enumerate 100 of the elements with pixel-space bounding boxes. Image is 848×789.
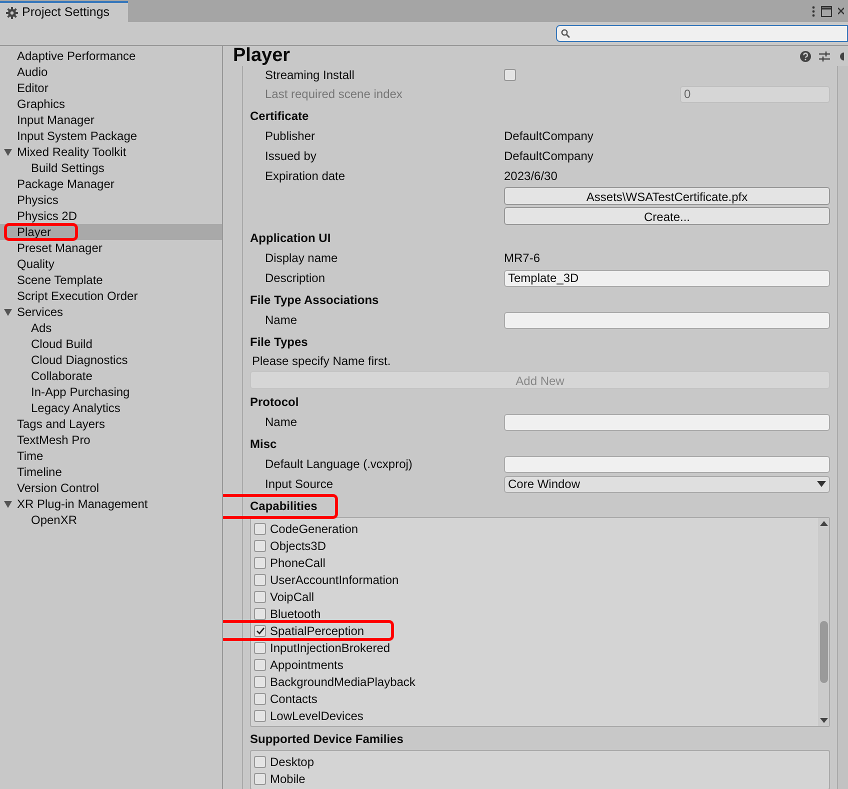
input-field[interactable]: Template_3D [504, 270, 830, 286]
sidebar-item[interactable]: Adaptive Performance [17, 47, 136, 65]
sidebar-item[interactable]: Input System Package [17, 127, 138, 145]
checkbox[interactable] [254, 590, 266, 602]
checkbox[interactable] [504, 69, 516, 81]
checkbox[interactable] [254, 540, 266, 552]
checkbox-label[interactable]: LowLevelDevices [270, 706, 364, 724]
field-label: Input Source [265, 476, 334, 493]
checkbox[interactable] [254, 676, 266, 688]
field-label: Expiration date [265, 168, 346, 185]
checkbox-label[interactable]: Desktop [270, 752, 314, 770]
sidebar-item[interactable]: Collaborate [31, 367, 92, 385]
file-button[interactable]: Assets\WSATestCertificate.pfx [504, 187, 830, 205]
sidebar-item[interactable]: Physics [17, 191, 58, 209]
field-value: DefaultCompany [504, 148, 594, 165]
section-header: Protocol [250, 394, 299, 411]
field-label: Display name [265, 250, 338, 267]
close-icon[interactable] [838, 6, 844, 16]
section-header: File Type Associations [250, 292, 379, 309]
sidebar-item[interactable]: Build Settings [31, 159, 104, 177]
list-scrollbar[interactable] [818, 518, 829, 726]
checkbox-label[interactable]: SpatialPerception [270, 622, 364, 640]
sidebar-item[interactable]: Scene Template [17, 271, 103, 289]
input-field[interactable] [504, 456, 830, 472]
checkbox-label[interactable]: CodeGeneration [270, 520, 358, 538]
checkbox-label[interactable]: VoipCall [270, 588, 314, 606]
field-label: Name [265, 312, 298, 329]
checkbox[interactable] [254, 556, 266, 568]
checkbox-label[interactable]: Objects3D [270, 536, 326, 554]
checkbox-label[interactable]: Appointments [270, 656, 344, 674]
expand-arrow-icon[interactable] [4, 148, 12, 156]
search-field[interactable] [556, 25, 848, 42]
checkbox-label[interactable]: BackgroundMediaPlayback [270, 672, 416, 690]
checkbox[interactable] [254, 642, 266, 654]
sidebar-item[interactable]: Mixed Reality Toolkit [17, 143, 126, 161]
checkbox[interactable] [254, 522, 266, 534]
sidebar-item[interactable]: Audio [17, 63, 48, 81]
checkbox-label[interactable]: InputInjectionBrokered [270, 638, 390, 656]
field-label: Issued by [265, 148, 316, 165]
sidebar-item[interactable]: Editor [17, 79, 48, 97]
sidebar-item[interactable]: Script Execution Order [17, 287, 138, 305]
field-label: Default Language (.vcxproj) [265, 456, 412, 473]
field-value: DefaultCompany [504, 128, 594, 145]
field-label: Description [265, 270, 326, 287]
sidebar-item[interactable]: Cloud Diagnostics [31, 351, 128, 369]
section-header: Application UI [250, 230, 331, 247]
sidebar-item[interactable]: Physics 2D [17, 207, 78, 225]
field-value: MR7-6 [504, 250, 542, 267]
sidebar-item[interactable]: In-App Purchasing [31, 383, 130, 401]
sidebar-item[interactable]: Services [17, 303, 64, 321]
input-field[interactable] [504, 414, 830, 430]
sidebar-item[interactable]: Tags and Layers [17, 415, 106, 433]
sidebar-item[interactable]: Player [17, 223, 52, 241]
scroll-thumb[interactable] [820, 621, 828, 683]
field-label: Streaming Install [265, 67, 354, 84]
sidebar-item[interactable]: Graphics [17, 95, 66, 113]
sliders-icon[interactable] [819, 50, 830, 62]
checkbox[interactable] [254, 574, 266, 586]
input-field: 0 [680, 86, 830, 102]
sidebar-item[interactable]: Preset Manager [17, 239, 102, 257]
checkbox[interactable] [254, 658, 266, 670]
expand-arrow-icon[interactable] [4, 500, 12, 508]
scroll-up-icon[interactable] [820, 521, 828, 526]
sidebar-item[interactable]: TextMesh Pro [17, 431, 90, 449]
checkbox-label[interactable]: Mobile [270, 770, 306, 788]
checkbox[interactable] [254, 756, 266, 768]
help-icon[interactable] [800, 50, 811, 62]
checkbox[interactable] [254, 772, 266, 784]
checkbox-label[interactable]: PhoneCall [270, 554, 326, 572]
field-label: Publisher [265, 128, 316, 145]
sidebar-item[interactable]: Timeline [17, 463, 62, 481]
scrollbar[interactable] [838, 66, 848, 789]
checkbox-label[interactable]: UserAccountInformation [270, 570, 399, 588]
sidebar-item[interactable]: Version Control [17, 479, 100, 497]
sidebar-item[interactable]: XR Plug-in Management [17, 495, 148, 513]
expand-arrow-icon[interactable] [4, 308, 12, 316]
checkbox[interactable] [254, 624, 266, 636]
checkbox[interactable] [254, 608, 266, 620]
maximize-icon[interactable] [821, 6, 832, 16]
sidebar-item[interactable]: Input Manager [17, 111, 94, 129]
checkbox[interactable] [254, 710, 266, 722]
sidebar-item[interactable]: Time [17, 447, 44, 465]
sidebar-item[interactable]: OpenXR [31, 511, 78, 529]
dropdown[interactable]: Core Window [504, 476, 830, 492]
sidebar-item[interactable]: Package Manager [17, 175, 114, 193]
sidebar-item[interactable]: Ads [31, 319, 52, 337]
sidebar-item[interactable]: Cloud Build [31, 335, 92, 353]
file-button[interactable]: Create... [504, 207, 830, 225]
checkbox[interactable] [254, 692, 266, 704]
gear-icon [6, 6, 18, 18]
section-header: File Types [250, 334, 308, 351]
checkbox-label[interactable]: Contacts [270, 690, 318, 708]
sidebar-item[interactable]: Quality [17, 255, 54, 273]
field-label: Name [265, 414, 298, 431]
input-field[interactable] [504, 312, 830, 328]
more-options-icon[interactable] [812, 6, 815, 16]
settings-tab[interactable]: Project Settings [0, 1, 128, 22]
sidebar-item[interactable]: Legacy Analytics [31, 399, 120, 417]
scroll-down-icon[interactable] [820, 718, 828, 723]
checkbox-label[interactable]: Bluetooth [270, 604, 321, 622]
